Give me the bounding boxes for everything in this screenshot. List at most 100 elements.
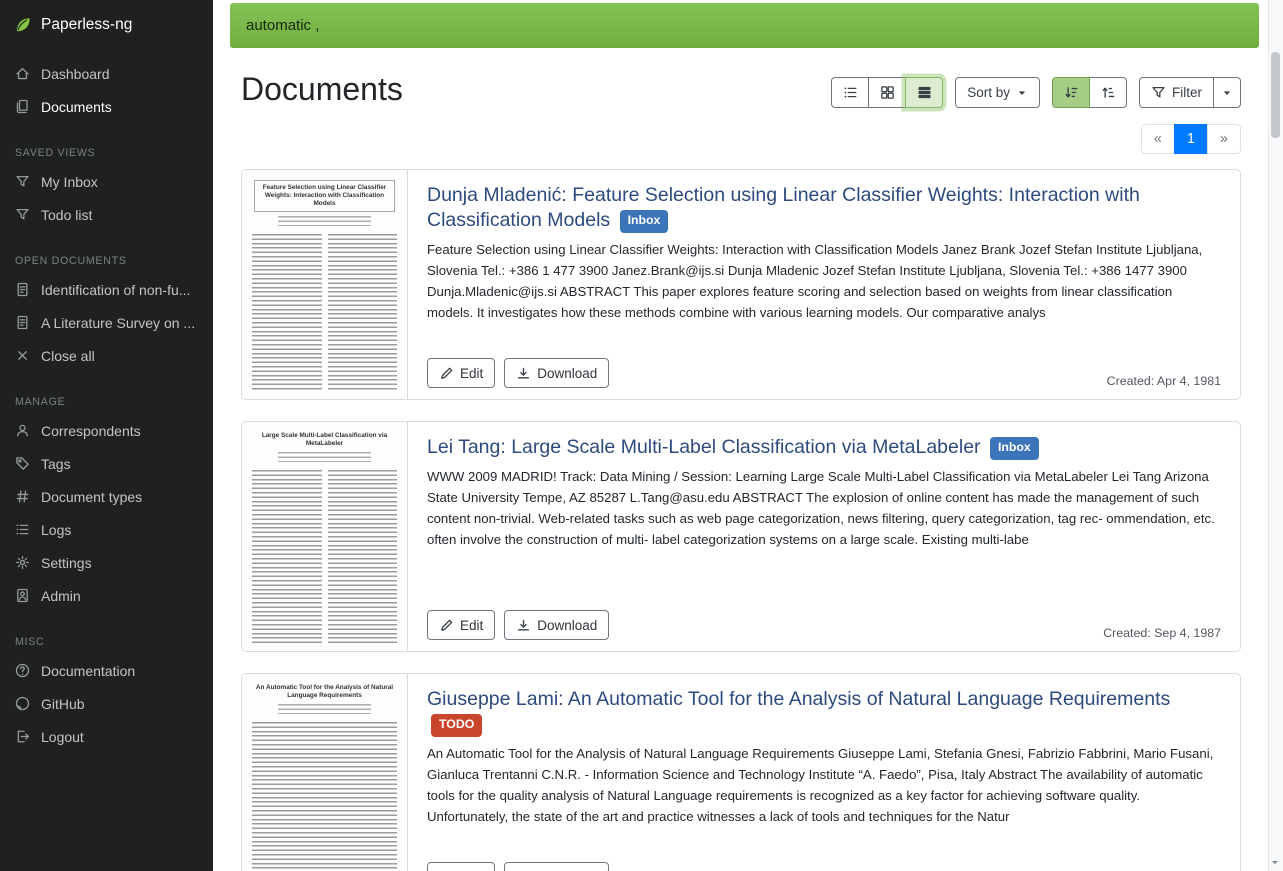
sidebar-item-label: Logs (41, 522, 71, 538)
thumbnail-authors (278, 216, 371, 227)
document-card-body: Dunja Mladenić: Feature Selection using … (408, 170, 1240, 399)
funnel-icon (15, 207, 30, 222)
sort-down-button[interactable] (1052, 77, 1090, 108)
sidebar-section-title: MANAGE (15, 396, 198, 408)
files-icon (15, 99, 30, 114)
sidebar-item-label: A Literature Survey on ... (41, 315, 195, 331)
sidebar-section: SAVED VIEWS My Inbox Todo list (0, 147, 213, 231)
sort-up-icon (1101, 85, 1116, 100)
sidebar-item-admin[interactable]: Admin (0, 579, 213, 612)
filter-dropdown-button[interactable] (1213, 77, 1241, 108)
sidebar-item-tags[interactable]: Tags (0, 447, 213, 480)
app-brand[interactable]: Paperless-ng (0, 0, 213, 49)
edit-button[interactable]: Edit (427, 862, 495, 871)
sidebar: Paperless-ng Dashboard Documents SAVED V… (0, 0, 213, 871)
edit-button[interactable]: Edit (427, 358, 495, 388)
pagination-prev[interactable]: « (1141, 124, 1175, 154)
sidebar-item-close-all[interactable]: Close all (0, 339, 213, 372)
sidebar-item-label: Admin (41, 588, 81, 604)
caret-down-icon (1016, 87, 1028, 99)
main-content: Documents Sort by Filter « 1 » (213, 51, 1269, 871)
scrollbar-down-arrow-icon[interactable] (1272, 861, 1278, 867)
details-view-button[interactable] (905, 77, 943, 108)
document-thumbnail[interactable]: Feature Selection using Linear Classifie… (242, 170, 408, 399)
document-title[interactable]: Dunja Mladenić: Feature Selection using … (427, 183, 1221, 233)
sidebar-item-logs[interactable]: Logs (0, 513, 213, 546)
sidebar-item-my-inbox[interactable]: My Inbox (0, 165, 213, 198)
thumbnail-text (252, 722, 397, 871)
document-card-body: Giuseppe Lami: An Automatic Tool for the… (408, 674, 1240, 871)
sort-up-button[interactable] (1089, 77, 1127, 108)
download-button[interactable]: Download (504, 610, 609, 640)
person-icon (15, 423, 30, 438)
pagination-next[interactable]: » (1207, 124, 1241, 154)
thumbnail-authors (278, 452, 371, 463)
sort-by-button[interactable]: Sort by (955, 77, 1040, 108)
document-card: Large Scale Multi-Label Classification v… (241, 421, 1241, 652)
scrollbar-thumb[interactable] (1271, 52, 1280, 138)
sidebar-item-label: My Inbox (41, 174, 98, 190)
question-circle-icon (15, 663, 30, 678)
list-view-button[interactable] (831, 77, 869, 108)
github-icon (15, 696, 30, 711)
caret-down-icon (1221, 87, 1233, 99)
house-icon (15, 66, 30, 81)
sidebar-item-correspondents[interactable]: Correspondents (0, 414, 213, 447)
sidebar-item-todo-list[interactable]: Todo list (0, 198, 213, 231)
sort-by-label: Sort by (967, 85, 1010, 100)
funnel-icon (1151, 85, 1166, 100)
document-excerpt: An Automatic Tool for the Analysis of Na… (427, 743, 1221, 853)
sidebar-item-documentation[interactable]: Documentation (0, 654, 213, 687)
document-title[interactable]: Lei Tang: Large Scale Multi-Label Classi… (427, 435, 1221, 460)
tag-badge[interactable]: Inbox (620, 210, 669, 233)
document-excerpt: Feature Selection using Linear Classifie… (427, 239, 1221, 349)
scrollbar[interactable] (1268, 0, 1283, 871)
sidebar-item-logout[interactable]: Logout (0, 720, 213, 753)
page-title: Documents (241, 71, 403, 108)
sidebar-section: MANAGE Correspondents Tags Document type… (0, 396, 213, 612)
sidebar-section-title: OPEN DOCUMENTS (15, 255, 198, 267)
tag-badge[interactable]: TODO (431, 714, 482, 737)
grid-view-button[interactable] (868, 77, 906, 108)
edit-button[interactable]: Edit (427, 610, 495, 640)
sidebar-item-label: Close all (41, 348, 95, 364)
download-button[interactable]: Download (504, 358, 609, 388)
pagination: « 1 » (1141, 124, 1241, 154)
sidebar-item-label: Tags (41, 456, 71, 472)
list-icon (15, 522, 30, 537)
sidebar-item-a-literature-survey-on[interactable]: A Literature Survey on ... (0, 306, 213, 339)
sidebar-item-label: Identification of non-fu... (41, 282, 190, 298)
list-view-icon (843, 85, 858, 100)
pencil-icon (439, 366, 454, 381)
page-header: Documents Sort by Filter (241, 65, 1241, 108)
grid-view-icon (880, 85, 895, 100)
document-thumbnail[interactable]: An Automatic Tool for the Analysis of Na… (242, 674, 408, 871)
document-title[interactable]: Giuseppe Lami: An Automatic Tool for the… (427, 687, 1221, 737)
document-excerpt: WWW 2009 MADRID! Track: Data Mining / Se… (427, 466, 1221, 601)
sidebar-item-github[interactable]: GitHub (0, 687, 213, 720)
sidebar-item-document-types[interactable]: Document types (0, 480, 213, 513)
sidebar-item-identification-of-non-fu[interactable]: Identification of non-fu... (0, 273, 213, 306)
pagination-page-1[interactable]: 1 (1174, 124, 1208, 154)
file-text-icon (15, 282, 30, 297)
sidebar-section-title: MISC (15, 636, 198, 648)
person-badge-icon (15, 588, 30, 603)
tag-badge[interactable]: Inbox (990, 437, 1039, 460)
sidebar-item-settings[interactable]: Settings (0, 546, 213, 579)
details-view-icon (917, 85, 932, 100)
filter-button[interactable]: Filter (1139, 77, 1214, 108)
search-input[interactable] (230, 3, 1259, 48)
document-card-body: Lei Tang: Large Scale Multi-Label Classi… (408, 422, 1240, 651)
sort-down-icon (1064, 85, 1079, 100)
download-button[interactable]: Download (504, 862, 609, 871)
sidebar-item-label: GitHub (41, 696, 85, 712)
document-thumbnail[interactable]: Large Scale Multi-Label Classification v… (242, 422, 408, 651)
sidebar-item-label: Documentation (41, 663, 135, 679)
leaf-icon (14, 16, 32, 34)
sidebar-item-label: Settings (41, 555, 92, 571)
sidebar-item-label: Logout (41, 729, 84, 745)
tag-icon (15, 456, 30, 471)
sidebar-item-documents[interactable]: Documents (0, 90, 213, 123)
created-date: Created: Apr 4, 1981 (1107, 374, 1221, 388)
sidebar-item-dashboard[interactable]: Dashboard (0, 57, 213, 90)
